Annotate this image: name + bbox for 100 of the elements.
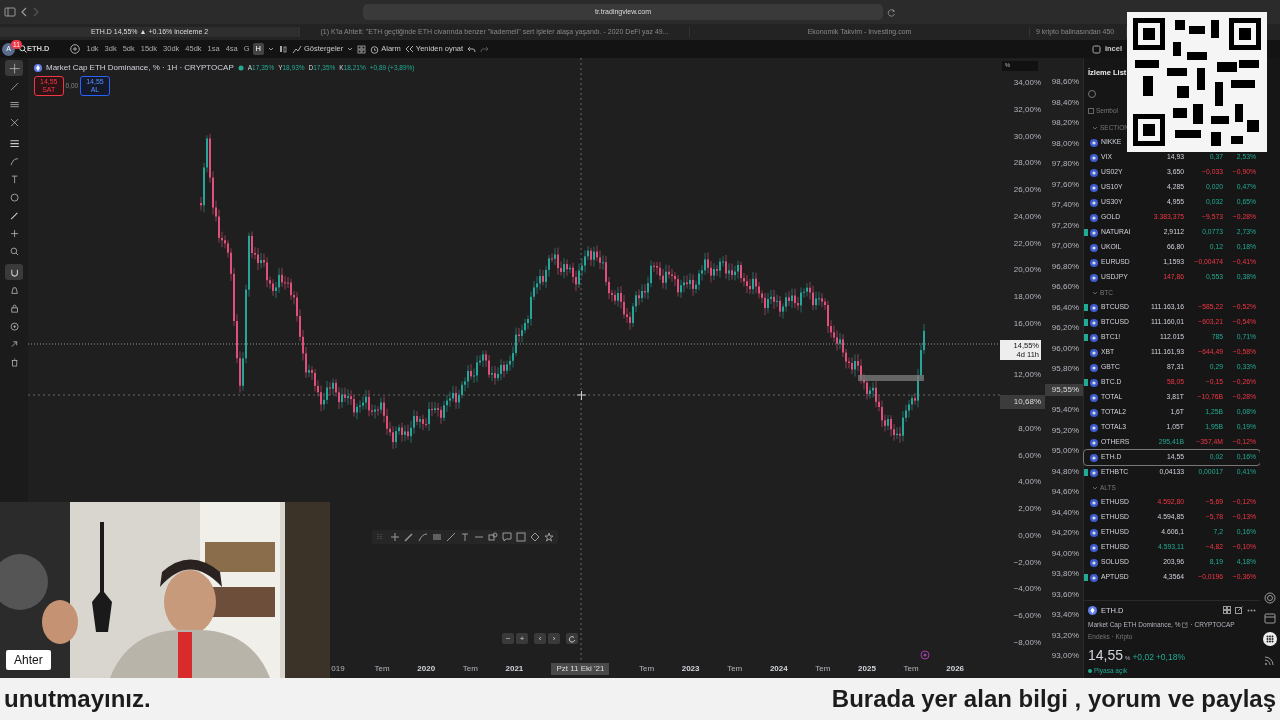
axis-label: 2,00% [1017, 503, 1042, 515]
axis-label: 97,40% [1050, 199, 1080, 211]
axis-label: Tem [461, 663, 479, 675]
more-icon[interactable] [1247, 608, 1256, 612]
axis-label: 94,60% [1050, 486, 1080, 498]
comment-icon[interactable] [502, 532, 512, 542]
line-icon [8, 80, 20, 92]
axis-label: 97,20% [1050, 219, 1080, 232]
axis-label: 95,80% [1050, 363, 1080, 375]
crosshair-icon[interactable] [390, 532, 400, 542]
calendar-icon[interactable] [1264, 612, 1276, 624]
axis-label: 24,00% [1012, 210, 1042, 223]
zoom-button[interactable]: − [502, 633, 514, 644]
zoom-button[interactable]: ‹ [534, 633, 546, 644]
reset-button[interactable] [566, 633, 578, 644]
star-icon[interactable] [544, 532, 554, 542]
axis-label: 32,00% [1012, 103, 1042, 116]
axis-label: 94,80% [1050, 465, 1080, 478]
reset-icon [568, 634, 576, 643]
axis-label: 96,40% [1050, 301, 1080, 314]
zoom-button[interactable]: + [516, 633, 528, 644]
zoom-icon [8, 245, 20, 257]
line-icon[interactable] [446, 532, 456, 542]
tool-button[interactable] [5, 60, 23, 76]
undo-icon[interactable] [467, 45, 477, 53]
brush-icon[interactable] [418, 532, 428, 542]
detail-price: 14,55 [1088, 646, 1124, 666]
external-link-icon[interactable] [1182, 621, 1189, 628]
layout-grid-icon[interactable] [357, 44, 367, 54]
axis-label: 97,80% [1050, 158, 1080, 170]
candles-icon[interactable] [278, 44, 289, 54]
axis-label: 95,20% [1050, 424, 1080, 437]
lock-icon [8, 302, 20, 314]
text-tool-icon[interactable] [460, 532, 470, 542]
status-dot-icon [237, 65, 244, 71]
grid-icon[interactable] [1223, 606, 1231, 615]
reload-icon[interactable] [887, 7, 896, 17]
chevron-icon[interactable] [1092, 484, 1098, 491]
rewind-icon [404, 45, 414, 53]
axis-label: 6,00% [1017, 449, 1042, 462]
back-icon[interactable] [20, 7, 28, 17]
axis-label: 93,80% [1050, 568, 1080, 580]
axis-label: 8,00% [1017, 422, 1042, 435]
crosshair-price: 95,55% [1045, 383, 1083, 396]
axis-label: Tem [637, 663, 656, 675]
sidebar-icon[interactable] [4, 7, 16, 17]
pencil-icon[interactable] [404, 532, 414, 542]
axis-label: 20,00% [1012, 264, 1042, 277]
chevron-icon[interactable] [1092, 124, 1098, 131]
detail-change: +0,02 [1132, 651, 1154, 664]
chart-title[interactable]: Market Cap ETH Dominance, % · 1H · CRYPTOCAP [46, 62, 234, 74]
axis-label: 98,00% [1050, 137, 1080, 150]
axis-label: 2023 [680, 663, 701, 675]
axis-label: 98,20% [1050, 117, 1080, 129]
axis-label: −4,00% [1012, 583, 1042, 596]
axis-label: 93,60% [1050, 588, 1080, 601]
caret-icon[interactable] [268, 46, 275, 52]
axis-label: 12,00% [1012, 369, 1042, 382]
subtitle-text: Burada yer alan bilgi , yorum ve paylaş [831, 684, 1276, 714]
ethereum-icon [34, 64, 42, 72]
shapes-icon[interactable] [488, 532, 498, 542]
axis-label: Tem [373, 663, 391, 675]
square-icon[interactable] [516, 532, 526, 542]
detail-change-percent: +0,18% [1155, 651, 1185, 664]
target-icon[interactable] [1264, 592, 1276, 604]
axis-label: Tem [726, 663, 744, 675]
target-icon[interactable] [920, 650, 930, 660]
axis-label: 28,00% [1012, 157, 1042, 170]
axis-label: 18,00% [1012, 291, 1042, 303]
axis-label: 94,00% [1050, 547, 1080, 560]
chart-line-icon [292, 44, 303, 54]
crosshair-icon [576, 390, 587, 401]
axis-label: 2025 [857, 663, 877, 675]
axis-label: 95,40% [1050, 404, 1080, 416]
ethereum-icon [1088, 605, 1097, 615]
axis-label: 16,00% [1012, 317, 1042, 330]
axis-label: 96,80% [1050, 260, 1080, 273]
checkbox-icon[interactable] [1091, 44, 1101, 54]
axis-label: 98,40% [1050, 96, 1080, 109]
status-dot-icon [1088, 669, 1092, 674]
columns-icon [1088, 108, 1094, 114]
edit-icon[interactable] [1235, 606, 1243, 615]
axis-label: 94,40% [1050, 506, 1080, 519]
axis-label: 30,00% [1012, 130, 1042, 143]
apps-icon[interactable] [1263, 632, 1277, 646]
chevron-icon[interactable] [1092, 289, 1098, 296]
crosshair-price: 10,68% [1000, 395, 1045, 409]
caret-icon[interactable] [347, 46, 354, 52]
tool-button[interactable] [5, 264, 23, 280]
axis-label: 93,20% [1050, 629, 1080, 642]
broadcast-icon[interactable] [1264, 654, 1276, 666]
axis-label: 97,00% [1050, 240, 1080, 252]
axis-label: 019 [330, 663, 346, 675]
zoom-button[interactable]: › [548, 633, 560, 644]
axis-label: −8,00% [1012, 636, 1042, 649]
lines-icon[interactable] [432, 532, 442, 542]
axis-label: 95,00% [1050, 445, 1080, 457]
diamond-icon[interactable] [530, 532, 540, 542]
axis-label: 96,60% [1050, 281, 1080, 293]
axis-label: −6,00% [1012, 610, 1042, 622]
